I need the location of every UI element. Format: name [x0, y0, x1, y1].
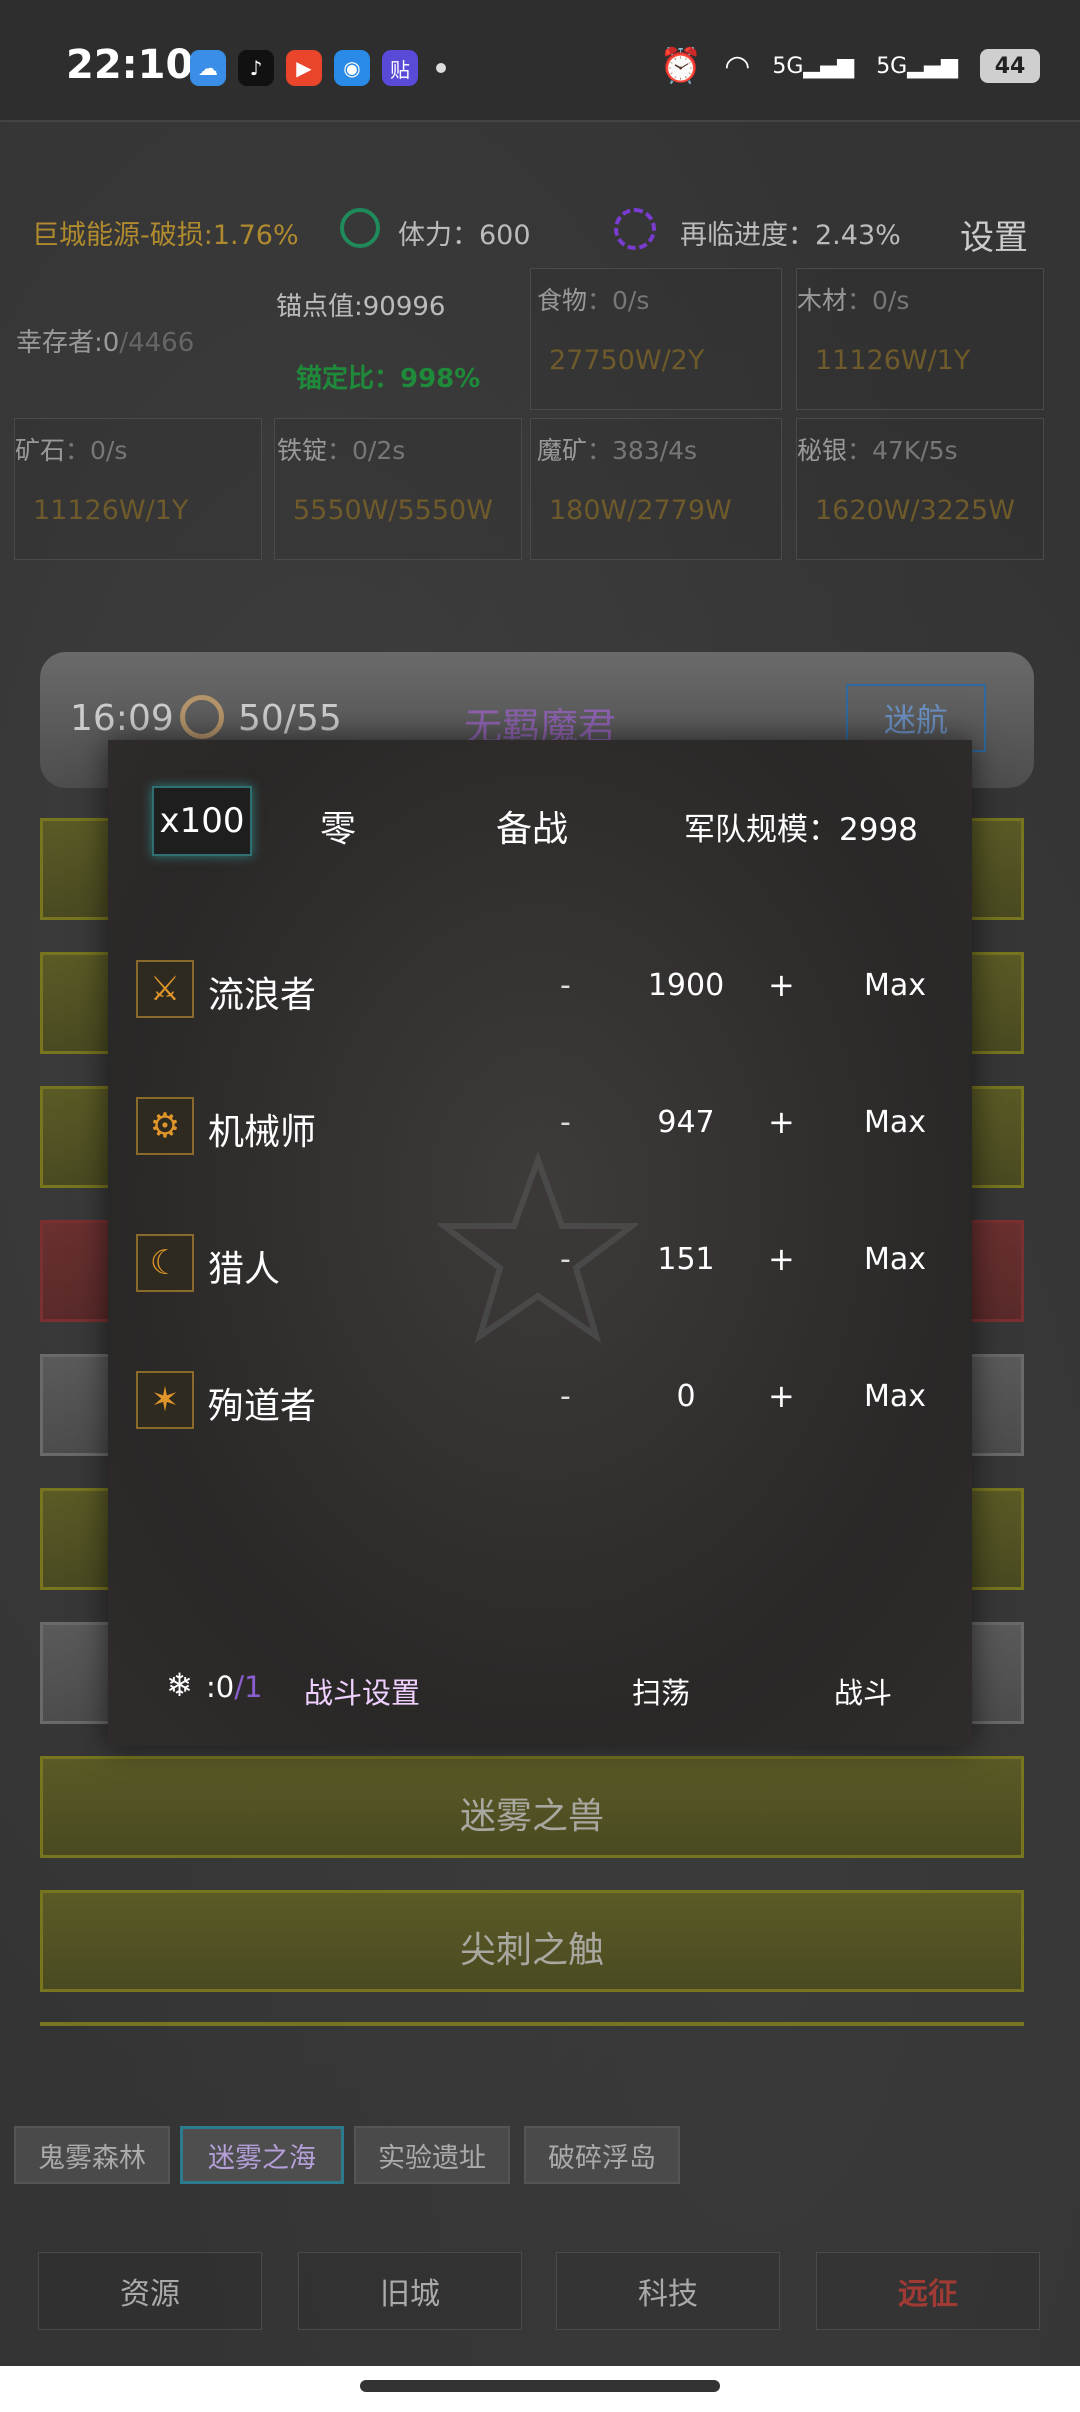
- nav-expedition[interactable]: 远征: [816, 2252, 1040, 2330]
- tiktok-app-icon: ♪: [238, 50, 274, 86]
- expedition-timer: 16:09: [70, 698, 174, 739]
- gesture-bar: [0, 2366, 1080, 2412]
- fight-button[interactable]: 战斗: [834, 1670, 892, 1712]
- decrease-button[interactable]: -: [560, 1379, 571, 1414]
- decrease-button[interactable]: -: [560, 968, 571, 1003]
- return-progress: 再临进度：2.43%: [680, 220, 901, 251]
- survivor-count: 幸存者:0/4466: [16, 328, 195, 358]
- more-notifications-icon: [436, 63, 446, 73]
- increase-button[interactable]: +: [768, 966, 795, 1004]
- unit-name: 殉道者: [208, 1386, 317, 1427]
- wifi-icon: ◠: [724, 48, 751, 84]
- unit-name: 机械师: [208, 1112, 317, 1153]
- map-tab-mist-sea[interactable]: 迷雾之海: [180, 2126, 344, 2184]
- map-tab-ghost-forest[interactable]: 鬼雾森林: [14, 2126, 170, 2184]
- unit-count: 947: [657, 1105, 715, 1140]
- anchor-ratio: 锚定比：998%: [296, 364, 481, 394]
- martyr-icon: ✶: [136, 1371, 194, 1429]
- status-bar: 22:10 ☁ ♪ ▶ ◉ 贴 ⏰ ◠ 5G▂▄▆ 5G▂▄▆ 44: [0, 0, 1080, 120]
- divider: [40, 2022, 1024, 2026]
- resource-mana-ore: 魔矿：383/4s 180W/2779W: [530, 418, 782, 560]
- stamina-icon: [340, 208, 380, 248]
- settings-button[interactable]: 设置: [960, 210, 1028, 259]
- stamina: 体力：600: [398, 220, 531, 251]
- unit-row-martyr: ✶ 殉道者 - 0 + Max: [136, 1365, 944, 1435]
- unit-count: 0: [676, 1379, 696, 1414]
- status-icons: ⏰ ◠ 5G▂▄▆ 5G▂▄▆ 44: [660, 46, 1040, 86]
- video-app-icon: ▶: [286, 50, 322, 86]
- max-button[interactable]: Max: [864, 1379, 926, 1414]
- notification-icons: ☁ ♪ ▶ ◉ 贴: [190, 50, 446, 86]
- sweep-button[interactable]: 扫荡: [632, 1670, 690, 1712]
- nav-tech[interactable]: 科技: [556, 2252, 780, 2330]
- refresh-icon: [180, 695, 224, 739]
- hunter-icon: ☾: [136, 1234, 194, 1292]
- map-tab-lab-ruins[interactable]: 实验遗址: [354, 2126, 510, 2184]
- expedition-count: 50/55: [238, 698, 342, 739]
- increase-button[interactable]: +: [768, 1103, 795, 1141]
- progress-icon: [614, 208, 656, 250]
- clock: 22:10: [66, 42, 194, 88]
- divider: [0, 120, 1080, 122]
- decrease-button[interactable]: -: [560, 1105, 571, 1140]
- nav-resources[interactable]: 资源: [38, 2252, 262, 2330]
- stage-label: 迷雾之兽: [459, 1796, 604, 1837]
- increase-button[interactable]: +: [768, 1377, 795, 1415]
- max-button[interactable]: Max: [864, 1105, 926, 1140]
- wanderer-icon: ⚔: [136, 960, 194, 1018]
- signal-1-icon: 5G▂▄▆: [772, 53, 855, 79]
- home-indicator[interactable]: [360, 2380, 720, 2392]
- max-button[interactable]: Max: [864, 1242, 926, 1277]
- battle-prep-dialog: x100 零 备战 军队规模：2998 ⚔ 流浪者 - 1900 + Max ⚙…: [108, 740, 972, 1746]
- battle-settings-button[interactable]: 战斗设置: [304, 1670, 420, 1712]
- decrease-button[interactable]: -: [560, 1242, 571, 1277]
- unit-row-mechanic: ⚙ 机械师 - 947 + Max: [136, 1091, 944, 1161]
- city-energy: 巨城能源-破损:1.76%: [32, 220, 299, 251]
- signal-2-icon: 5G▂▄▆: [876, 53, 958, 79]
- tieba-app-icon: 贴: [382, 50, 418, 86]
- resource-food: 食物：0/s 27750W/2Y: [530, 268, 782, 410]
- map-tab-broken-isles[interactable]: 破碎浮岛: [524, 2126, 680, 2184]
- prepare-button[interactable]: 备战: [496, 800, 568, 852]
- unit-name: 流浪者: [208, 975, 317, 1016]
- unit-name: 猎人: [208, 1249, 281, 1290]
- resource-ore: 矿石：0/s 11126W/1Y: [14, 418, 262, 560]
- resource-mithril: 秘银：47K/5s 1620W/3225W: [796, 418, 1044, 560]
- increase-button[interactable]: +: [768, 1240, 795, 1278]
- army-size: 军队规模：2998: [684, 812, 918, 848]
- snowflake-icon: ❄: [166, 1666, 193, 1704]
- app-icon: ◉: [334, 50, 370, 86]
- stage-label: 尖刺之触: [459, 1930, 604, 1971]
- max-button[interactable]: Max: [864, 968, 926, 1003]
- alarm-icon: ⏰: [659, 46, 703, 86]
- mechanic-icon: ⚙: [136, 1097, 194, 1155]
- resource-wood: 木材：0/s 11126W/1Y: [796, 268, 1044, 410]
- resource-iron: 铁锭：0/2s 5550W/5550W: [274, 418, 522, 560]
- battery-icon: 44: [980, 49, 1040, 83]
- nav-old-city[interactable]: 旧城: [298, 2252, 522, 2330]
- unit-row-wanderer: ⚔ 流浪者 - 1900 + Max: [136, 954, 944, 1024]
- multiplier-button[interactable]: x100: [152, 786, 252, 856]
- weather-app-icon: ☁: [190, 50, 226, 86]
- unit-row-hunter: ☾ 猎人 - 151 + Max: [136, 1228, 944, 1298]
- stage-mist-beast-button[interactable]: 迷雾之兽: [40, 1756, 1024, 1858]
- unit-count: 151: [657, 1242, 715, 1277]
- snowflake-count: :0/1: [206, 1670, 263, 1704]
- zero-button[interactable]: 零: [320, 800, 356, 852]
- unit-count: 1900: [647, 968, 725, 1003]
- anchor-value: 锚点值:90996: [276, 292, 446, 322]
- stage-spike-touch-button[interactable]: 尖刺之触: [40, 1890, 1024, 1992]
